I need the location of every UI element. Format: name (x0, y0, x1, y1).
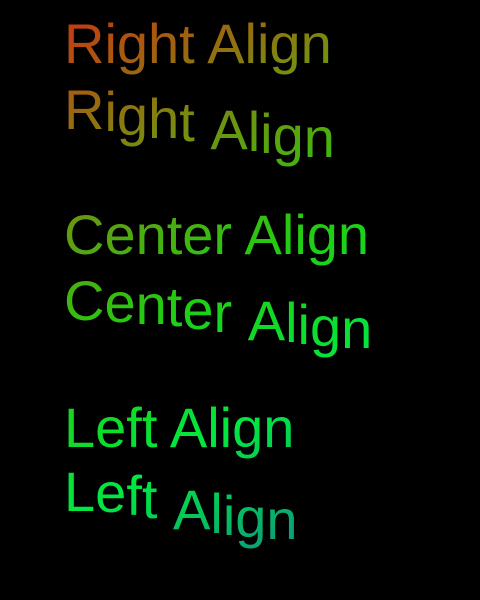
wavy-glyph (195, 96, 211, 159)
wavy-glyph: e (182, 278, 213, 341)
wavy-glyph: g (273, 104, 304, 167)
wavy-glyph: t (167, 275, 183, 338)
wavy-glyph: n (136, 273, 167, 336)
wavy-glyph: g (235, 486, 266, 549)
wavy-glyph (232, 287, 248, 350)
wavy-glyph: h (148, 87, 179, 150)
wavy-glyph: A (173, 478, 211, 541)
text-alignment-canvas: Right Align Right Align Center Align Cen… (64, 12, 372, 551)
wavy-glyph: n (266, 488, 297, 551)
wavy-glyph: C (64, 269, 104, 332)
wavy-glyph: i (298, 293, 310, 356)
wavy-glyph: A (210, 98, 248, 161)
wavy-glyph: g (117, 84, 148, 147)
wavy-glyph: f (126, 464, 142, 527)
wavy-glyph: l (248, 100, 260, 163)
wavy-glyph: t (179, 90, 195, 153)
wavy-glyph: A (248, 289, 286, 352)
wavy-glyph: R (64, 78, 104, 141)
left-align-straight-text: Left Align (64, 396, 294, 459)
wavy-glyph: r (213, 281, 232, 344)
wavy-glyph: g (310, 295, 341, 358)
wavy-glyph: e (95, 461, 126, 524)
left-align-wavy-text: Left Align (64, 460, 298, 551)
wavy-glyph: i (104, 80, 116, 143)
wavy-glyph: e (104, 271, 135, 334)
wavy-glyph: n (341, 297, 372, 360)
wavy-glyph: n (304, 106, 335, 169)
wavy-glyph: i (223, 484, 235, 547)
wavy-glyph: l (210, 482, 222, 545)
wavy-glyph: L (64, 460, 95, 523)
right-align-wavy-text: Right Align (64, 78, 335, 169)
wavy-glyph: i (260, 102, 272, 165)
wavy-glyph: t (142, 467, 158, 530)
center-align-wavy-text: Center Align (64, 269, 372, 360)
right-align-straight-text: Right Align (64, 12, 332, 75)
wavy-glyph: l (285, 291, 297, 354)
center-align-straight-text: Center Align (64, 203, 369, 266)
wavy-glyph (157, 472, 173, 535)
